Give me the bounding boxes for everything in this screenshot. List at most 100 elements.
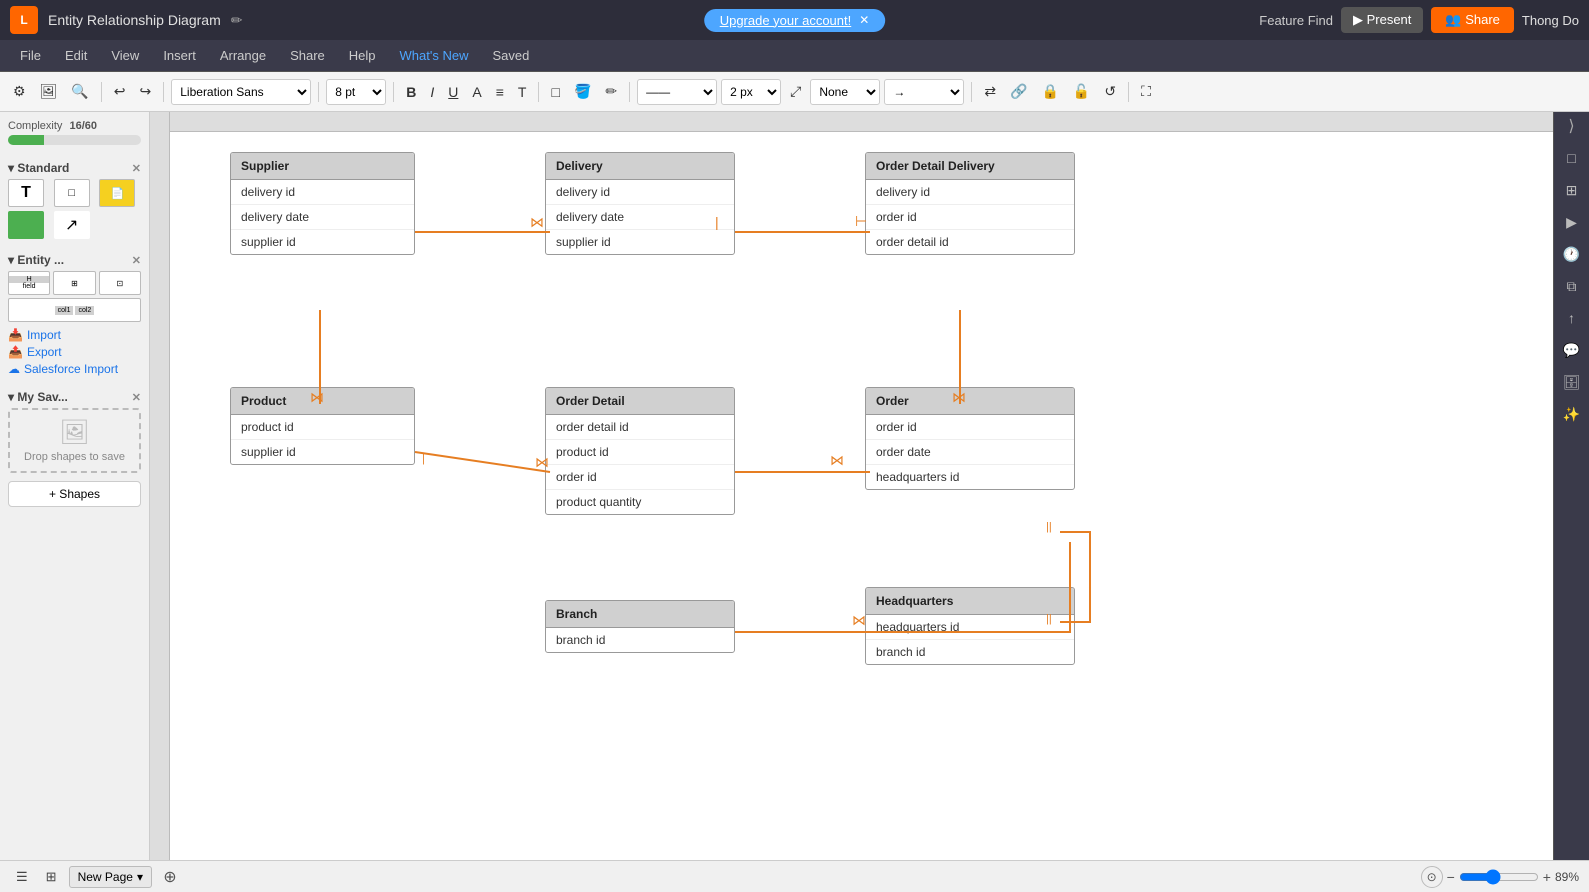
headquarters-table[interactable]: Headquarters headquarters id branch id [865,587,1075,665]
entity-close-icon[interactable]: ✕ [132,254,141,267]
add-shapes-button[interactable]: + Shapes [8,481,141,507]
link-button[interactable]: 🔗 [1005,80,1032,103]
canvas[interactable]: ⋈ | ⊢ ⋈ | ⋈ ⋈ ⋈ [170,132,1553,860]
zoom-slider[interactable] [1459,869,1539,885]
database-panel-btn[interactable]: 🗄 [1558,368,1586,396]
svg-text:⋈: ⋈ [530,214,544,230]
shape-button[interactable]: □ [546,81,564,103]
layers-panel-btn[interactable]: ⧉ [1558,272,1586,300]
order-field-3: headquarters id [866,465,1074,489]
lock2-button[interactable]: 🔓 [1068,80,1095,103]
fullscreen-button[interactable]: ⛶ [1136,80,1156,103]
saved-drop-zone[interactable]: 🖼 Drop shapes to save [8,408,141,473]
order-table[interactable]: Order order id order date headquarters i… [865,387,1075,490]
fill-button[interactable]: 🪣 [569,80,596,103]
media-panel-btn[interactable]: ▶ [1558,208,1586,236]
italic-button[interactable]: I [425,81,439,103]
standard-close-icon[interactable]: ✕ [132,162,141,175]
line-style-select[interactable]: —— [637,79,717,105]
align-button[interactable]: ≡ [491,81,509,103]
text-format-button[interactable]: T [513,81,532,103]
clock-panel-btn[interactable]: 🕐 [1558,240,1586,268]
start-arrow-select[interactable]: None [810,79,880,105]
bold-button[interactable]: B [401,81,421,103]
toolbar: ⚙ 🖼 🔍 ↩ ↪ Liberation Sans 8 pt B I U A ≡… [0,72,1589,112]
add-page-button[interactable]: ⊕ [158,865,182,889]
branch-table[interactable]: Branch branch id [545,600,735,653]
menu-insert[interactable]: Insert [153,44,206,67]
zoom-out-btn[interactable]: − [1447,869,1455,885]
page-dropdown-icon[interactable]: ▾ [137,870,143,884]
supplier-table[interactable]: Supplier delivery id delivery date suppl… [230,152,415,255]
underline-button[interactable]: U [443,81,463,103]
waypoint-button[interactable]: ⤢ [785,80,806,103]
user-label[interactable]: Thong Do [1522,13,1579,28]
comment-panel-btn[interactable]: 💬 [1558,336,1586,364]
order-detail-delivery-table[interactable]: Order Detail Delivery delivery id order … [865,152,1075,255]
drop-icon: 🖼 [59,418,89,447]
zoom-in-btn[interactable]: + [1543,869,1551,885]
entity-shapes-grid: H field ⊞ ⊡ col1col2 [8,271,141,322]
product-table[interactable]: Product product id supplier id [230,387,415,465]
color-shape[interactable] [8,211,44,239]
upgrade-link[interactable]: Upgrade your account! [720,13,852,28]
diagram-area[interactable]: ⋈ | ⊢ ⋈ | ⋈ ⋈ ⋈ [150,112,1553,860]
entity-shape-4[interactable]: col1col2 [8,298,141,322]
font-color-button[interactable]: A [467,81,486,103]
menu-edit[interactable]: Edit [55,44,97,67]
zoom-fit-btn[interactable]: ⊙ [1421,866,1443,888]
upgrade-close-icon[interactable]: ✕ [859,13,869,27]
lock-button[interactable]: 🔒 [1036,80,1063,103]
entity-shape-3[interactable]: ⊡ [99,271,141,295]
undo-button[interactable]: ↩ [109,80,131,103]
menu-share[interactable]: Share [280,44,335,67]
sidebar: Complexity 16/60 ▾ Standard ✕ T □ 📄 ↗ ▾ … [0,112,150,860]
delivery-table[interactable]: Delivery delivery id delivery date suppl… [545,152,735,255]
new-page-button[interactable]: New Page ▾ [69,866,152,888]
line-color-button[interactable]: ✏ [600,80,622,103]
menu-file[interactable]: File [10,44,51,67]
rect-shape[interactable]: □ [54,179,90,207]
font-select[interactable]: Liberation Sans [171,79,311,105]
swap-button[interactable]: ⇄ [979,80,1001,103]
wand-panel-btn[interactable]: ✨ [1558,400,1586,428]
list-view-btn[interactable]: ☰ [10,866,34,888]
redo-button[interactable]: ↪ [135,80,157,103]
supplier-field-3: supplier id [231,230,414,254]
salesforce-link[interactable]: ☁ Salesforce Import [8,362,141,376]
format-panel-btn[interactable]: □ [1558,144,1586,172]
saved-close-icon[interactable]: ✕ [132,391,141,404]
order-detail-table[interactable]: Order Detail order detail id product id … [545,387,735,515]
menu-arrange[interactable]: Arrange [210,44,276,67]
edit-title-icon[interactable]: ✏ [231,12,243,29]
reset-button[interactable]: ↺ [1099,80,1121,103]
font-size-select[interactable]: 8 pt [326,79,386,105]
menu-whats-new[interactable]: What's New [390,44,479,67]
end-arrow-select[interactable]: → [884,79,964,105]
export-link[interactable]: 📤 Export [8,345,141,359]
arrow-shape[interactable]: ↗ [54,211,90,239]
menu-saved[interactable]: Saved [482,44,539,67]
zoom-label: 89% [1555,870,1579,884]
grid-view-btn[interactable]: ⊞ [40,866,63,888]
panel-collapse-icon[interactable]: ⟩ [1568,116,1574,136]
share-button[interactable]: 👥 Share [1431,7,1514,33]
search-button[interactable]: 🔍 [66,80,93,103]
image-button[interactable]: 🖼 [35,80,63,103]
complexity-bar: Complexity 16/60 [8,120,141,145]
entity-shape-1[interactable]: H field [8,271,50,295]
feature-find-button[interactable]: Feature Find [1259,13,1333,28]
entity-shape-2[interactable]: ⊞ [53,271,95,295]
table-panel-btn[interactable]: ⊞ [1558,176,1586,204]
menu-help[interactable]: Help [339,44,386,67]
right-panel: ⟩ □ ⊞ ▶ 🕐 ⧉ ↑ 💬 🗄 ✨ [1553,112,1589,860]
note-shape[interactable]: 📄 [99,179,135,207]
import-link[interactable]: 📥 Import [8,328,141,342]
present-button[interactable]: ▶ Present [1341,7,1423,33]
text-shape[interactable]: T [8,179,44,207]
export-panel-btn[interactable]: ↑ [1558,304,1586,332]
plugin-button[interactable]: ⚙ [8,80,31,103]
svg-text:||: || [1046,521,1052,533]
menu-view[interactable]: View [101,44,149,67]
line-width-select[interactable]: 2 px [721,79,781,105]
